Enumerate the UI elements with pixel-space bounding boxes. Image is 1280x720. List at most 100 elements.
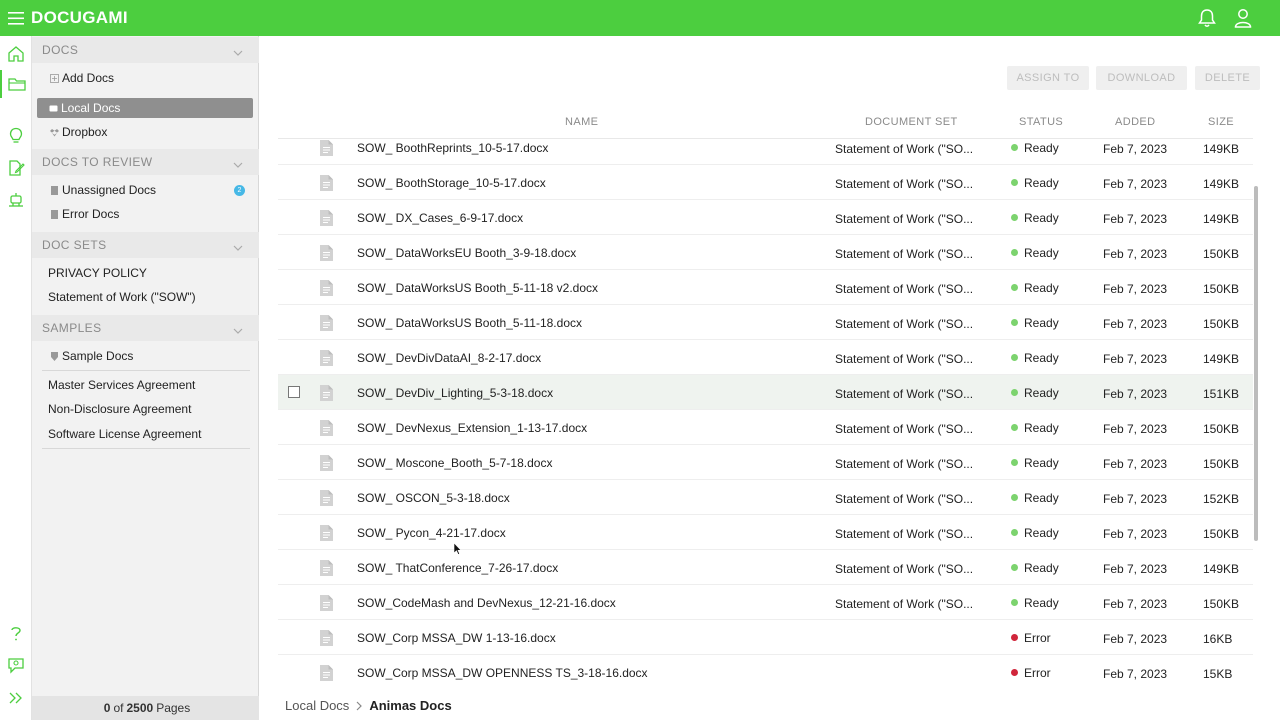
sidebar-item-label: Unassigned Docs — [62, 183, 157, 197]
document-icon — [320, 630, 333, 651]
cell-name[interactable]: SOW_Corp MSSA_DW OPENNESS TS_3-18-16.doc… — [357, 655, 648, 686]
cell-added: Feb 7, 2023 — [1103, 631, 1168, 646]
table-row[interactable]: SOW_ DataWorksEU Booth_3-9-18.docx Statem… — [278, 235, 1253, 270]
table-row[interactable]: SOW_CodeMash and DevNexus_12-21-16.docx S… — [278, 585, 1253, 620]
table-row[interactable]: SOW_ DataWorksUS Booth_5-11-18 v2.docx St… — [278, 270, 1253, 305]
dropbox-icon — [48, 128, 60, 137]
cell-name[interactable]: SOW_ DataWorksEU Booth_3-9-18.docx — [357, 235, 576, 270]
cell-name[interactable]: SOW_ DevDiv_Lighting_5-3-18.docx — [357, 375, 553, 410]
table-row[interactable]: SOW_ OSCON_5-3-18.docx Statement of Work … — [278, 480, 1253, 515]
cell-added: Feb 7, 2023 — [1103, 491, 1168, 506]
user-icon[interactable] — [1234, 8, 1252, 28]
table-row[interactable]: SOW_ DevDivDataAI_8-2-17.docx Statement o… — [278, 340, 1253, 375]
cell-name[interactable]: SOW_ DataWorksUS Booth_5-11-18.docx — [357, 305, 582, 340]
cell-name[interactable]: SOW_ DevNexus_Extension_1-13-17.docx — [357, 410, 587, 445]
status-text: Ready — [1024, 210, 1059, 225]
robot-icon[interactable] — [0, 186, 32, 214]
sidebar-item-nda[interactable]: Non-Disclosure Agreement — [48, 399, 191, 419]
table-row[interactable]: SOW_ DevDiv_Lighting_5-3-18.docx Statemen… — [278, 375, 1253, 410]
cell-name[interactable]: SOW_ BoothStorage_10-5-17.docx — [357, 165, 546, 200]
sidebar-item-privacy-policy[interactable]: PRIVACY POLICY — [48, 263, 147, 283]
cell-name[interactable]: SOW_CodeMash and DevNexus_12-21-16.docx — [357, 585, 616, 620]
cell-name[interactable]: SOW_ DX_Cases_6-9-17.docx — [357, 200, 523, 235]
table-row[interactable]: SOW_ ThatConference_7-26-17.docx Statemen… — [278, 550, 1253, 585]
plus-box-icon — [48, 73, 60, 83]
cell-document-set: Statement of Work ("SO... — [835, 561, 974, 576]
table-row[interactable]: SOW_ Pycon_4-21-17.docx Statement of Work… — [278, 515, 1253, 550]
column-header-document-set[interactable]: DOCUMENT SET — [865, 116, 958, 128]
section-title: DOCS — [42, 43, 79, 57]
table-row[interactable]: SOW_ BoothStorage_10-5-17.docx Statement … — [278, 165, 1253, 200]
cell-size: 150KB — [1203, 281, 1240, 296]
chevron-down-icon[interactable] — [233, 45, 243, 59]
folder-icon[interactable] — [0, 70, 32, 98]
delete-button[interactable]: DELETE — [1195, 66, 1260, 90]
column-header-status[interactable]: STATUS — [1019, 116, 1063, 128]
help-icon[interactable] — [0, 620, 32, 648]
sidebar-item-sow[interactable]: Statement of Work ("SOW") — [48, 287, 196, 307]
sidebar-item-sla[interactable]: Software License Agreement — [48, 424, 201, 444]
sidebar-item-add-docs[interactable]: Add Docs — [48, 68, 114, 88]
cell-name[interactable]: SOW_ OSCON_5-3-18.docx — [357, 480, 510, 515]
column-header-size[interactable]: SIZE — [1208, 116, 1234, 128]
page-of: of — [113, 701, 124, 715]
bell-icon[interactable] — [1198, 8, 1216, 28]
chevron-down-icon[interactable] — [233, 157, 243, 171]
table-row[interactable]: SOW_ Moscone_Booth_5-7-18.docx Statement … — [278, 445, 1253, 480]
sidebar-item-label: Statement of Work ("SOW") — [48, 290, 196, 304]
chevron-down-icon[interactable] — [233, 240, 243, 254]
cell-name[interactable]: SOW_ Pycon_4-21-17.docx — [357, 515, 506, 550]
feedback-icon[interactable] — [0, 652, 32, 680]
document-icon — [320, 140, 333, 161]
chevron-down-icon[interactable] — [233, 323, 243, 337]
edit-doc-icon[interactable] — [0, 154, 32, 182]
menu-icon[interactable] — [1, 0, 31, 36]
sidebar-item-unassigned-docs[interactable]: Unassigned Docs — [48, 180, 156, 200]
table-row[interactable]: SOW_ DataWorksUS Booth_5-11-18.docx State… — [278, 305, 1253, 340]
status-text: Ready — [1024, 175, 1059, 190]
table-row[interactable]: SOW_Corp MSSA_DW OPENNESS TS_3-18-16.doc… — [278, 655, 1253, 686]
cell-name[interactable]: SOW_ DevDivDataAI_8-2-17.docx — [357, 340, 541, 375]
cell-name[interactable]: SOW_Corp MSSA_DW 1-13-16.docx — [357, 620, 556, 655]
download-button[interactable]: DOWNLOAD — [1096, 66, 1187, 90]
row-checkbox[interactable] — [288, 386, 300, 398]
table-row[interactable]: SOW_ DevNexus_Extension_1-13-17.docx Stat… — [278, 410, 1253, 445]
sidebar-item-sample-docs[interactable]: Sample Docs — [48, 346, 133, 366]
cell-added: Feb 7, 2023 — [1103, 176, 1168, 191]
document-icon — [320, 245, 333, 266]
table-row[interactable]: SOW_Corp MSSA_DW 1-13-16.docx Error Feb 7,… — [278, 620, 1253, 655]
sidebar-item-local-docs[interactable]: Local Docs — [37, 98, 253, 118]
column-header-added[interactable]: ADDED — [1115, 116, 1156, 128]
table-row[interactable]: SOW_ DX_Cases_6-9-17.docx Statement of Wo… — [278, 200, 1253, 235]
cell-document-set: Statement of Work ("SO... — [835, 491, 974, 506]
sidebar-item-msa[interactable]: Master Services Agreement — [48, 375, 195, 395]
section-docs-to-review[interactable]: DOCS TO REVIEW — [32, 149, 259, 175]
cell-status: Ready — [1011, 200, 1059, 235]
sidebar-item-error-docs[interactable]: Error Docs — [48, 204, 119, 224]
section-doc-sets[interactable]: DOC SETS — [32, 232, 259, 258]
sidebar-item-dropbox[interactable]: Dropbox — [48, 122, 107, 142]
column-header-name[interactable]: NAME — [565, 116, 598, 128]
cell-size: 150KB — [1203, 596, 1240, 611]
section-docs[interactable]: DOCS — [32, 37, 259, 63]
cell-name[interactable]: SOW_ Moscone_Booth_5-7-18.docx — [357, 445, 552, 480]
sidebar-item-label: Non-Disclosure Agreement — [48, 402, 192, 416]
expand-icon[interactable] — [0, 684, 32, 712]
scrollbar-thumb[interactable] — [1254, 186, 1258, 541]
home-icon[interactable] — [0, 40, 32, 68]
breadcrumb-current: Animas Docs — [369, 698, 452, 713]
page-total: 2500 — [126, 701, 154, 715]
table-row[interactable]: SOW_ BoothReprints_10-5-17.docx Statement… — [278, 130, 1253, 165]
status-text: Ready — [1024, 315, 1059, 330]
assign-to-button[interactable]: ASSIGN TO — [1007, 66, 1089, 90]
cell-name[interactable]: SOW_ BoothReprints_10-5-17.docx — [357, 130, 548, 165]
breadcrumb-parent[interactable]: Local Docs — [285, 698, 349, 713]
section-samples[interactable]: SAMPLES — [32, 315, 259, 341]
cell-name[interactable]: SOW_ DataWorksUS Booth_5-11-18 v2.docx — [357, 270, 598, 305]
document-icon — [320, 280, 333, 301]
cell-added: Feb 7, 2023 — [1103, 141, 1168, 156]
sidebar-item-label: Error Docs — [62, 207, 120, 221]
lightbulb-icon[interactable] — [0, 122, 32, 150]
divider — [42, 370, 250, 371]
cell-added: Feb 7, 2023 — [1103, 281, 1168, 296]
